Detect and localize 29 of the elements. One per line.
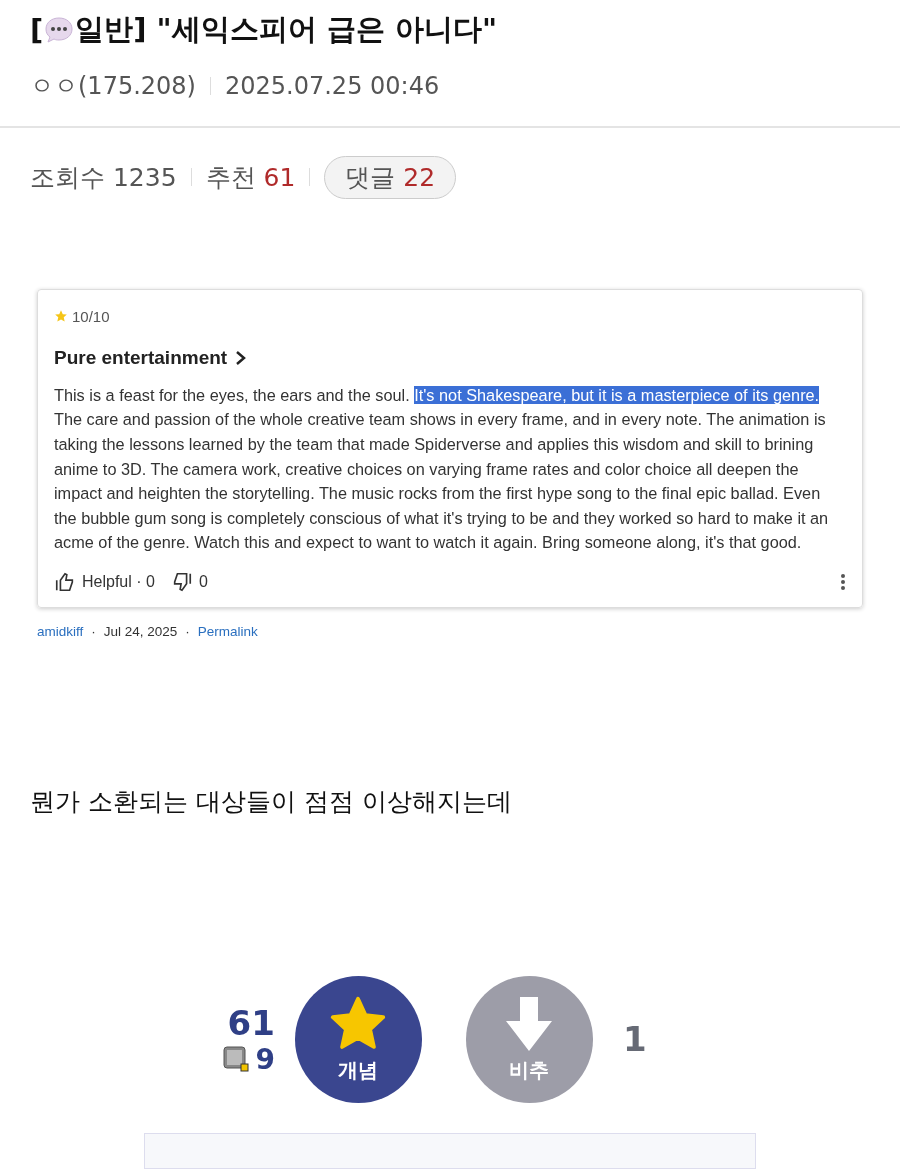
more-options-icon[interactable] bbox=[840, 572, 846, 591]
reviewer-link[interactable]: amidkiff bbox=[37, 623, 84, 639]
downvote-count: 1 bbox=[622, 1019, 647, 1060]
separator-dot: · bbox=[91, 623, 96, 639]
thumbs-up-icon[interactable] bbox=[54, 570, 76, 593]
post-body-text: 뭔가 소환되는 대상들이 점점 이상해지는데 bbox=[30, 785, 513, 818]
stat-label: 조회수 1235 bbox=[30, 161, 177, 194]
speech-bubble-icon bbox=[43, 14, 76, 46]
review-date: Jul 24, 2025 bbox=[103, 623, 178, 639]
stat-label: 추천 61 bbox=[205, 161, 296, 194]
separator-dot: · bbox=[185, 623, 190, 639]
post-title: 일반] "세익스피어 급은 아니다" bbox=[75, 11, 498, 48]
comment-count-button[interactable]: 댓글 22 bbox=[324, 155, 457, 199]
unhelpful-button[interactable]: 0 bbox=[170, 570, 208, 593]
post-date: 2025.07.25 00:46 bbox=[225, 72, 440, 100]
post-title: [ bbox=[30, 13, 44, 47]
upvote-button[interactable]: 개념 bbox=[294, 975, 422, 1103]
down-arrow-icon[interactable] bbox=[504, 994, 555, 1053]
fixed-user-count: 9 bbox=[255, 1042, 275, 1076]
star-icon bbox=[54, 309, 68, 324]
chevron-right-icon[interactable] bbox=[235, 349, 248, 366]
author-name[interactable]: ㅇㅇ(175.208) bbox=[30, 70, 196, 102]
review-title[interactable]: Pure entertainment bbox=[54, 346, 228, 369]
fixed-user-icon bbox=[223, 1046, 250, 1073]
helpful-button[interactable]: Helpful · 0 bbox=[54, 570, 155, 593]
permalink-link[interactable]: Permalink bbox=[197, 623, 258, 639]
review-text: This is a feast for the eyes, the ears and the soul. It's not Shakespeare, but it is a masterpiece of its genre. The care and passion of the whole creative team shows in every frame, and in every note. The animation is taking the lessons learned by the team that made Spiderverse and applies this wisdom and skill to brining anime to 3D. The camera work, creative choices on varying frame rates and color choice all deepen the impact and heighten the storytelling. The music rocks from the first hype song to the final epic ballad. Even the bubble gum song is completely conscious of what it's trying to be and they worked so hard to make it an acme of the genre. Watch this and expect to want to watch it again. Bring someone along, it's that good. bbox=[54, 384, 830, 554]
rating-text: 10/10 bbox=[72, 307, 110, 325]
upvote-count: 61 bbox=[227, 1002, 275, 1043]
